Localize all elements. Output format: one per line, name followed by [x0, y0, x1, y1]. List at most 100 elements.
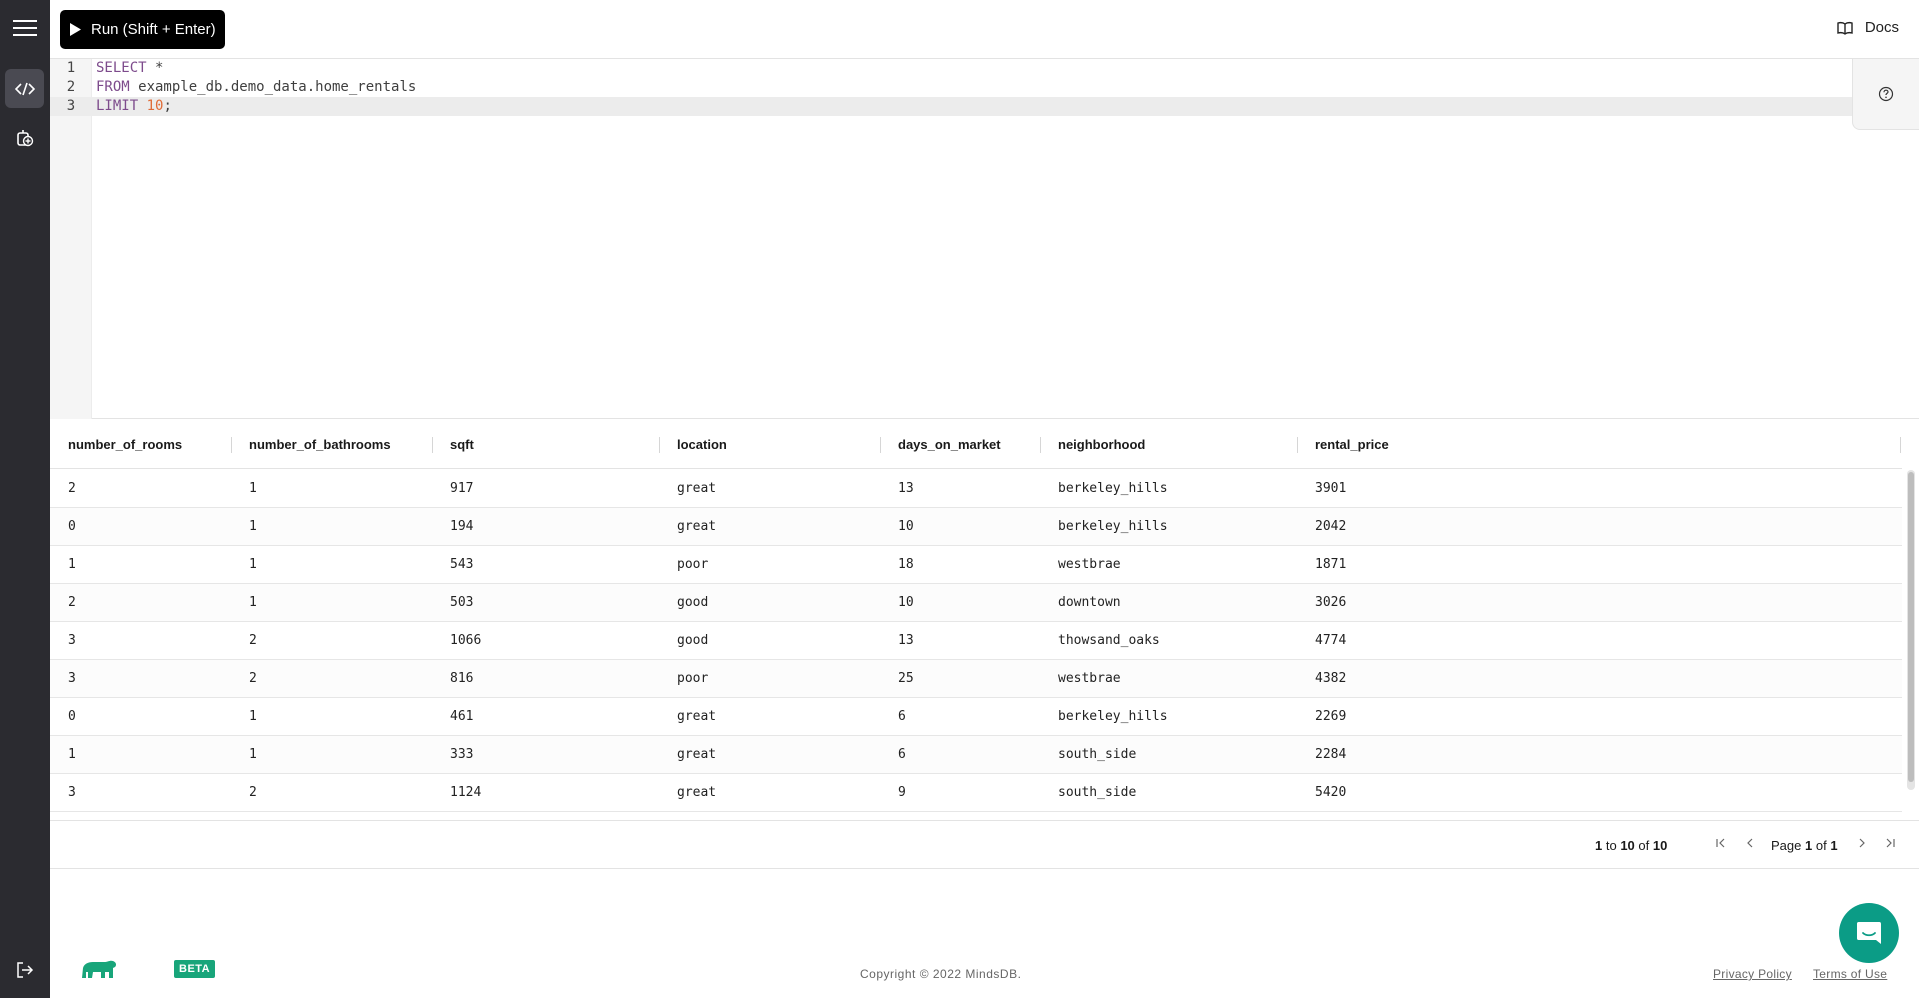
table-cell[interactable]: great: [659, 698, 716, 736]
table-cell[interactable]: 1871: [1297, 546, 1346, 584]
table-cell[interactable]: 2284: [1297, 736, 1346, 774]
table-cell[interactable]: 3: [50, 622, 76, 660]
table-cell[interactable]: 2: [50, 470, 76, 508]
table-cell[interactable]: 1: [231, 584, 257, 622]
column-header[interactable]: neighborhood: [1040, 420, 1145, 469]
docs-link[interactable]: Docs: [1837, 19, 1899, 36]
table-cell[interactable]: 3: [50, 660, 76, 698]
column-separator[interactable]: [1900, 437, 1901, 453]
table-cell[interactable]: 917: [432, 470, 473, 508]
table-cell[interactable]: 2042: [1297, 508, 1346, 546]
table-cell[interactable]: 2: [231, 622, 257, 660]
table-cell[interactable]: 2: [231, 774, 257, 812]
column-header[interactable]: sqft: [432, 420, 474, 469]
table-cell[interactable]: 543: [432, 546, 473, 584]
column-header[interactable]: number_of_bathrooms: [231, 420, 391, 469]
table-cell[interactable]: 0: [50, 698, 76, 736]
table-cell[interactable]: poor: [659, 660, 708, 698]
table-cell[interactable]: thowsand_oaks: [1040, 622, 1160, 660]
table-cell[interactable]: 1: [231, 546, 257, 584]
table-cell[interactable]: 2: [50, 584, 76, 622]
vertical-scrollbar[interactable]: [1907, 470, 1915, 790]
table-cell[interactable]: 1: [231, 508, 257, 546]
code-line[interactable]: 2 FROM example_db.demo_data.home_rentals: [50, 78, 1852, 97]
table-cell[interactable]: 25: [880, 660, 914, 698]
table-cell[interactable]: berkeley_hills: [1040, 470, 1168, 508]
table-cell[interactable]: 333: [432, 736, 473, 774]
table-cell[interactable]: great: [659, 774, 716, 812]
table-cell[interactable]: 503: [432, 584, 473, 622]
table-cell[interactable]: 1: [231, 698, 257, 736]
table-cell[interactable]: 13: [880, 470, 914, 508]
table-cell[interactable]: 13: [880, 622, 914, 660]
table-cell[interactable]: 9: [880, 774, 906, 812]
table-cell[interactable]: 0: [50, 508, 76, 546]
table-cell[interactable]: good: [659, 622, 708, 660]
table-cell[interactable]: south_side: [1040, 736, 1136, 774]
table-row[interactable]: 0 1 461 great 6 berkeley_hills 2269: [50, 698, 1902, 736]
table-cell[interactable]: 10: [880, 584, 914, 622]
table-row[interactable]: 1 1 333 great 6 south_side 2284: [50, 736, 1902, 774]
table-cell[interactable]: 5420: [1297, 774, 1346, 812]
mindsdb-bear-logo[interactable]: [80, 958, 118, 980]
code-line-active[interactable]: 3 LIMIT 10;: [50, 97, 1852, 116]
previous-page-button[interactable]: [1744, 837, 1758, 853]
sql-editor[interactable]: 1 SELECT * 2 FROM example_db.demo_data.h…: [50, 59, 1919, 419]
column-header[interactable]: days_on_market: [880, 420, 1001, 469]
rail-editor-button[interactable]: [5, 69, 44, 108]
table-row[interactable]: 3 2 1066 good 13 thowsand_oaks 4774: [50, 622, 1902, 660]
run-button[interactable]: Run (Shift + Enter): [60, 10, 225, 49]
table-cell[interactable]: 6: [880, 736, 906, 774]
last-page-button[interactable]: [1884, 837, 1898, 853]
column-header[interactable]: number_of_rooms: [50, 420, 182, 469]
chat-launcher-button[interactable]: [1839, 903, 1899, 963]
table-cell[interactable]: downtown: [1040, 584, 1121, 622]
menu-button[interactable]: [5, 8, 44, 47]
table-cell[interactable]: westbrae: [1040, 660, 1121, 698]
table-cell[interactable]: 1: [50, 736, 76, 774]
table-row[interactable]: 1 1 543 poor 18 westbrae 1871: [50, 546, 1902, 584]
table-cell[interactable]: 816: [432, 660, 473, 698]
rail-integrations-button[interactable]: [5, 119, 44, 158]
table-cell[interactable]: south_side: [1040, 774, 1136, 812]
table-cell[interactable]: poor: [659, 546, 708, 584]
table-cell[interactable]: 3026: [1297, 584, 1346, 622]
table-row[interactable]: 2 1 503 good 10 downtown 3026: [50, 584, 1902, 622]
table-row[interactable]: 3 2 816 poor 25 westbrae 4382: [50, 660, 1902, 698]
privacy-policy-link[interactable]: Privacy Policy: [1713, 967, 1792, 981]
help-button[interactable]: [1852, 59, 1919, 130]
table-cell[interactable]: 3: [50, 774, 76, 812]
column-header[interactable]: location: [659, 420, 727, 469]
table-cell[interactable]: 1: [231, 470, 257, 508]
table-row[interactable]: 2 1 917 great 13 berkeley_hills 3901: [50, 470, 1902, 508]
table-cell[interactable]: 2: [231, 660, 257, 698]
table-cell[interactable]: 1066: [432, 622, 481, 660]
table-cell[interactable]: 6: [880, 698, 906, 736]
table-cell[interactable]: 1: [50, 546, 76, 584]
table-cell[interactable]: berkeley_hills: [1040, 698, 1168, 736]
table-row[interactable]: 3 2 1124 great 9 south_side 5420: [50, 774, 1902, 812]
table-cell[interactable]: great: [659, 470, 716, 508]
code-line[interactable]: 1 SELECT *: [50, 59, 1852, 78]
table-cell[interactable]: 4774: [1297, 622, 1346, 660]
column-header[interactable]: rental_price: [1297, 420, 1389, 469]
table-cell[interactable]: 1124: [432, 774, 481, 812]
first-page-button[interactable]: [1715, 837, 1729, 853]
logout-button[interactable]: [5, 950, 44, 989]
terms-of-use-link[interactable]: Terms of Use: [1813, 967, 1887, 981]
table-cell[interactable]: 10: [880, 508, 914, 546]
table-cell[interactable]: great: [659, 736, 716, 774]
table-cell[interactable]: 3901: [1297, 470, 1346, 508]
table-cell[interactable]: 2269: [1297, 698, 1346, 736]
table-cell[interactable]: 461: [432, 698, 473, 736]
table-cell[interactable]: good: [659, 584, 708, 622]
table-cell[interactable]: great: [659, 508, 716, 546]
table-cell[interactable]: berkeley_hills: [1040, 508, 1168, 546]
table-cell[interactable]: westbrae: [1040, 546, 1121, 584]
next-page-button[interactable]: [1856, 837, 1870, 853]
table-row[interactable]: 0 1 194 great 10 berkeley_hills 2042: [50, 508, 1902, 546]
table-cell[interactable]: 1: [231, 736, 257, 774]
table-cell[interactable]: 194: [432, 508, 473, 546]
scrollbar-thumb[interactable]: [1908, 472, 1914, 782]
table-cell[interactable]: 4382: [1297, 660, 1346, 698]
